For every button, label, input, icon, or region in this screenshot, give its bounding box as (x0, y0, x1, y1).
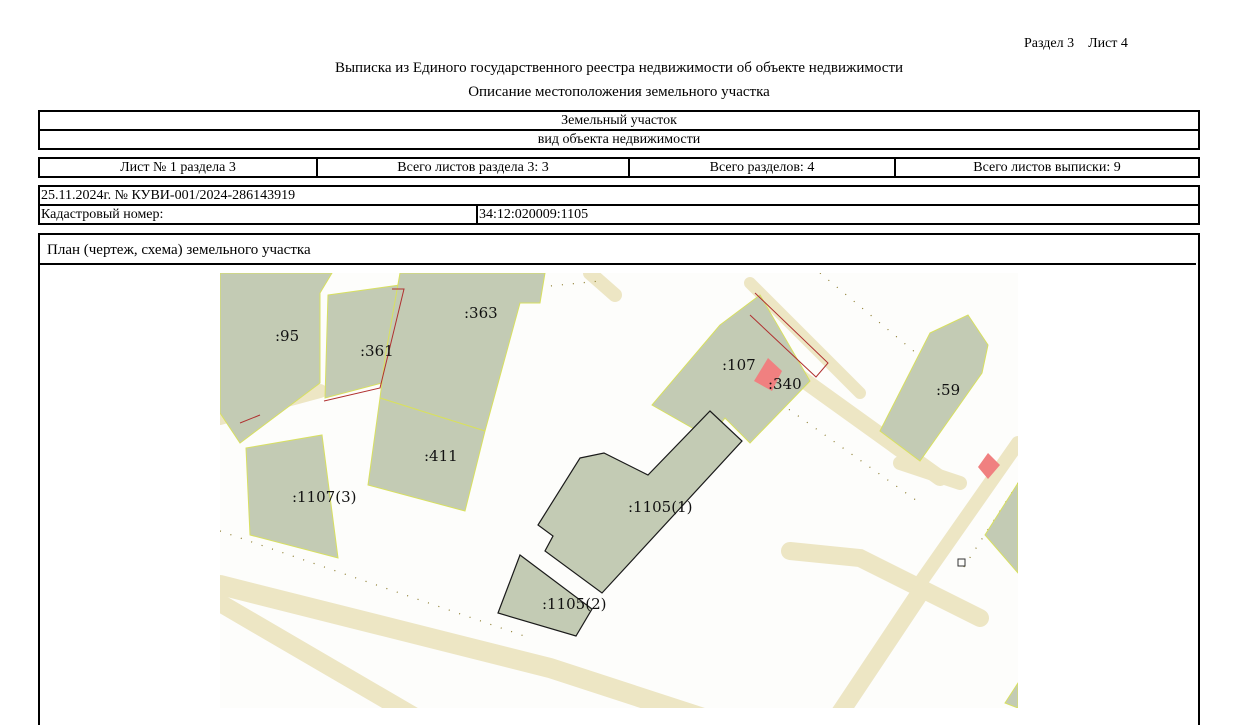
cadastral-number-value: 34:12:020009:1105 (476, 204, 1200, 225)
record-date-number: 25.11.2024г. № КУВИ-001/2024-286143919 (38, 185, 1200, 206)
cadastral-number-label: Кадастровый номер: (38, 204, 478, 225)
label-95: :95 (275, 327, 299, 345)
section-label: Раздел 3 (1024, 36, 1075, 51)
label-363: :363 (464, 304, 498, 322)
plan-title: План (чертеж, схема) земельного участка (40, 235, 1196, 265)
label-59: :59 (936, 381, 960, 399)
record-table: 25.11.2024г. № КУВИ-001/2024-286143919 К… (38, 185, 1200, 225)
document-subtitle: Описание местоположения земельного участ… (468, 84, 770, 100)
document-title: Выписка из Единого государственного реес… (334, 60, 904, 76)
label-411: :411 (424, 447, 458, 465)
section-sheet-label: Раздел 3 Лист 4 (1024, 36, 1128, 52)
label-340: :340 (768, 375, 802, 393)
label-1105-2: :1105(2) (542, 595, 606, 613)
sheets-table: Лист № 1 раздела 3 Всего листов раздела … (38, 157, 1200, 178)
object-kind-value: Земельный участок (38, 110, 1200, 131)
object-kind-caption: вид объекта недвижимости (38, 129, 1200, 150)
label-1105-1: :1105(1) (628, 498, 692, 516)
object-kind-table: Земельный участок вид объекта недвижимос… (38, 110, 1200, 150)
extract-sheets-total: Всего листов выписки: 9 (894, 157, 1200, 178)
label-1107-3: :1107(3) (292, 488, 356, 506)
cadastral-map: :95 :361 :363 :411 :1107(3) :107 :340 :5… (220, 273, 1018, 708)
label-361: :361 (360, 342, 394, 360)
section-sheets-total: Всего листов раздела 3: 3 (316, 157, 630, 178)
sheet-number: Лист № 1 раздела 3 (38, 157, 318, 178)
sheet-label: Лист 4 (1088, 36, 1128, 51)
sections-total: Всего разделов: 4 (628, 157, 896, 178)
label-107: :107 (722, 356, 756, 374)
